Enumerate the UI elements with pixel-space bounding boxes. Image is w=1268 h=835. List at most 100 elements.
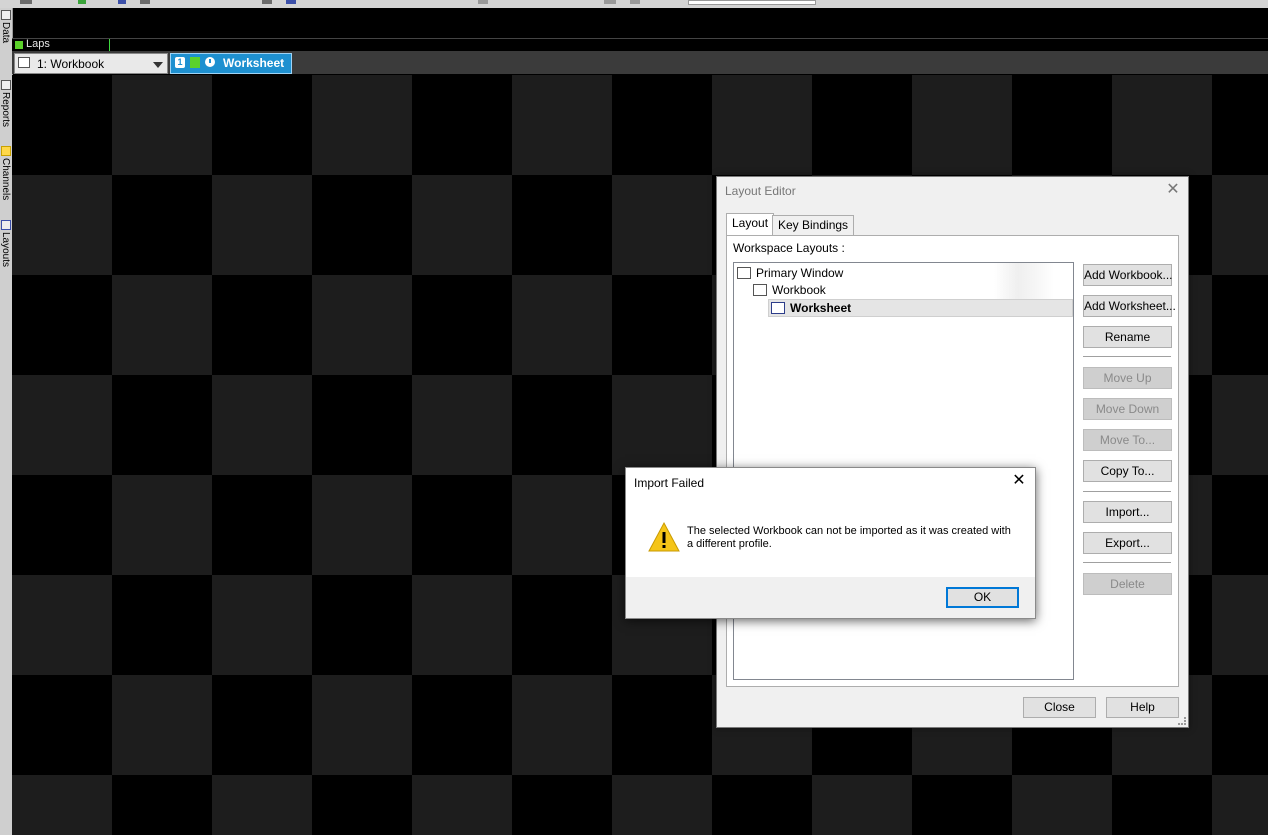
green-status-icon [190, 57, 200, 68]
import-button[interactable]: Import... [1083, 501, 1172, 523]
side-tab-label: Reports [0, 92, 11, 128]
layout-tab-panel: Workspace Layouts : Primary Window Workb… [726, 235, 1179, 687]
checker-cell [412, 375, 512, 475]
ok-button[interactable]: OK [946, 587, 1019, 608]
help-button[interactable]: Help [1106, 697, 1179, 718]
checker-cell [512, 275, 612, 375]
close-icon[interactable]: ✕ [1011, 473, 1027, 489]
checker-cell [512, 375, 612, 475]
close-icon[interactable]: ✕ [1164, 181, 1182, 199]
checker-cell [12, 775, 112, 835]
clock-icon [205, 57, 215, 67]
checker-cell [112, 775, 212, 835]
dialog-footer: OK [626, 577, 1035, 618]
checker-cell [212, 475, 312, 575]
checker-cell [412, 675, 512, 775]
checker-cell [1212, 475, 1268, 575]
close-button[interactable]: Close [1023, 697, 1096, 718]
add-workbook-button[interactable]: Add Workbook... [1083, 264, 1173, 286]
workbook-dropdown[interactable]: 1: Workbook [14, 53, 168, 74]
toolbar-button[interactable] [286, 0, 296, 4]
checker-cell [12, 375, 112, 475]
checker-cell [812, 75, 912, 175]
side-tab-data[interactable]: Data [0, 10, 11, 58]
checker-cell [512, 675, 612, 775]
checker-cell [612, 375, 712, 475]
add-worksheet-button[interactable]: Add Worksheet... [1083, 295, 1176, 317]
checker-cell [112, 475, 212, 575]
move-down-button[interactable]: Move Down [1083, 398, 1172, 420]
checker-cell [1012, 775, 1112, 835]
checker-cell [112, 175, 212, 275]
toolbar-button[interactable] [604, 0, 616, 4]
laps-label: Laps [26, 38, 50, 50]
toolbar-button[interactable] [630, 0, 640, 4]
laps-cursor[interactable] [109, 39, 110, 51]
laps-bar[interactable]: Laps [12, 38, 1268, 52]
checker-cell [12, 75, 112, 175]
checker-cell [312, 575, 412, 675]
checker-cell [1012, 75, 1112, 175]
checker-cell [412, 75, 512, 175]
checker-cell [912, 775, 1012, 835]
checker-cell [612, 275, 712, 375]
checker-cell [312, 475, 412, 575]
side-tab-reports[interactable]: Reports [0, 80, 11, 142]
rename-button[interactable]: Rename [1083, 326, 1172, 348]
tree-item-worksheet[interactable]: Worksheet [768, 299, 1073, 317]
tree-item-label: Workbook [772, 283, 826, 297]
side-tab-layouts[interactable]: Layouts [0, 220, 11, 282]
checker-cell [512, 475, 612, 575]
toolbar-area [12, 8, 1268, 38]
checker-cell [212, 175, 312, 275]
checker-cell [512, 575, 612, 675]
move-up-button[interactable]: Move Up [1083, 367, 1172, 389]
checker-cell [1212, 675, 1268, 775]
checker-cell [812, 775, 912, 835]
checker-cell [412, 775, 512, 835]
side-tab-label: Channels [0, 158, 11, 201]
toolbar-button[interactable] [20, 0, 32, 4]
delete-button[interactable]: Delete [1083, 573, 1172, 595]
tree-item-workbook[interactable]: Workbook [753, 282, 826, 298]
checker-cell [312, 375, 412, 475]
checker-cell [312, 775, 412, 835]
reports-icon [0, 80, 11, 90]
tab-layout[interactable]: Layout [726, 213, 775, 236]
chevron-down-icon [153, 62, 163, 68]
toolbar-input[interactable] [688, 0, 816, 5]
data-icon [0, 10, 11, 20]
tree-item-label: Primary Window [756, 266, 844, 280]
window-icon [737, 267, 751, 279]
checker-cell [112, 375, 212, 475]
dialog-title: Layout Editor [725, 184, 796, 198]
side-tab-channels[interactable]: Channels [0, 146, 11, 218]
separator [1083, 491, 1171, 492]
checker-cell [412, 575, 512, 675]
checker-cell [1212, 575, 1268, 675]
channels-icon [0, 146, 11, 156]
export-button[interactable]: Export... [1083, 532, 1172, 554]
tree-item-primary-window[interactable]: Primary Window [737, 265, 843, 281]
tab-key-bindings[interactable]: Key Bindings [772, 215, 855, 236]
toolbar-button[interactable] [262, 0, 272, 4]
checker-cell [1212, 75, 1268, 175]
checker-cell [112, 675, 212, 775]
copy-to-button[interactable]: Copy To... [1083, 460, 1172, 482]
import-failed-dialog: Import Failed ✕ The selected Workbook ca… [625, 467, 1036, 619]
checker-cell [312, 175, 412, 275]
worksheet-tab[interactable]: 1 Worksheet [170, 53, 292, 74]
resize-grip-icon[interactable] [1178, 717, 1186, 725]
checker-cell [112, 575, 212, 675]
toolbar-button[interactable] [140, 0, 150, 4]
toolbar-button[interactable] [118, 0, 126, 4]
layout-editor-dialog: Layout Editor ✕ Layout Key Bindings Work… [716, 176, 1189, 728]
checker-cell [312, 275, 412, 375]
toolbar-button[interactable] [478, 0, 488, 4]
move-to-button[interactable]: Move To... [1083, 429, 1172, 451]
toolbar-button[interactable] [78, 0, 86, 4]
checker-cell [712, 775, 812, 835]
tree-item-label: Worksheet [790, 301, 852, 315]
side-tab-label: Data [0, 22, 11, 44]
error-message: The selected Workbook can not be importe… [687, 525, 1011, 550]
